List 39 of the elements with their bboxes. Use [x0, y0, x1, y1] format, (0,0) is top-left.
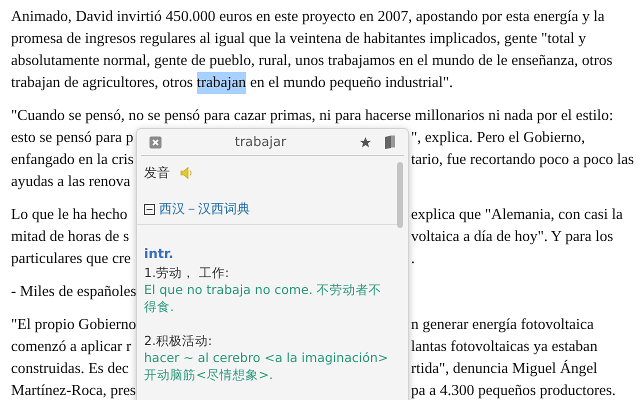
article-text-fragment: comenzó a aplicar r	[11, 338, 132, 355]
article-text-fragment: voltaica a día de hoy". Y para los	[411, 227, 614, 247]
part-of-speech: intr.	[144, 247, 174, 262]
article-text-fragment: rtida", denuncia Miguel Ángel	[411, 358, 598, 379]
article-text-fragment: ", explica. Pero el Gobierno,	[411, 128, 586, 148]
example-sentence: hacer ~ al cerebro <a la imaginación> 开动脑筋<尽情想象>.	[144, 349, 390, 383]
collapse-icon[interactable]	[144, 204, 155, 214]
pronunciation-label: 发音	[144, 165, 170, 182]
article-text-fragment: particulares que cre	[11, 250, 131, 267]
close-icon[interactable]	[149, 136, 162, 148]
article-text-line: promesa de ingresos regulares al igual que la veintena de habitantes implicados, gente "total y	[11, 30, 586, 47]
article-text-fragment: construidas. Es dec	[11, 360, 129, 377]
article-text-line: absolutamente normal, gente de pueblo, rural, unos trabajamos en el mundo de le enseñanza, otros	[11, 52, 612, 69]
article-text-fragment: "El propio Gobierno	[11, 316, 136, 333]
article-text-line: Animado, David invirtió 450.000 euros en este proyecto en 2007, apostando por esta energía y la	[11, 8, 605, 25]
article-text-fragment: Martínez-Roca, pres	[11, 382, 136, 399]
star-icon[interactable]	[359, 136, 372, 148]
article-text-line: "Cuando se pensó, no se pensó para cazar primas, ni para hacerse millonarios ni nada por el estilo:	[11, 107, 614, 124]
article-text-fragment: mitad de horas de s	[11, 228, 130, 245]
article-text-fragment: n generar energía fotovoltaica	[411, 315, 594, 335]
article-text-fragment: pa a 4.300 pequeños productores.	[411, 381, 616, 400]
popup-title: trabajar	[234, 134, 286, 150]
article-text-fragment: .	[411, 249, 415, 269]
sense-label: 2.积极活动:	[144, 333, 212, 348]
article-text-fragment: Lo que le ha hecho	[11, 206, 128, 223]
example-sentence: El que no trabaja no come. 不劳动者不得食.	[144, 281, 383, 315]
article-text-fragment: - Miles de españoles	[11, 283, 136, 300]
dictionary-name[interactable]: 西汉－汉西词典	[159, 200, 250, 218]
selected-word: trabajan	[196, 72, 246, 94]
article-text-fragment: explica que "Alemania, con casi la	[411, 205, 623, 225]
article-text: trabajan de agricultores, otros	[11, 73, 193, 93]
article-text-fragment: lantas fotovoltaicas ya estaban	[411, 337, 598, 357]
article-text-fragment: esto se pensó para p	[11, 129, 134, 146]
article-text: en el mundo pequeño industrial".	[250, 73, 454, 93]
book-icon[interactable]	[384, 135, 396, 149]
article-text-fragment: tario, fue recortando poco a poco las	[411, 150, 634, 170]
article-text-fragment: ayudas a las renova	[11, 173, 130, 190]
article-text-fragment: enfangado en la cris	[11, 151, 134, 168]
sense-label: 1.劳动， 工作:	[144, 265, 230, 280]
